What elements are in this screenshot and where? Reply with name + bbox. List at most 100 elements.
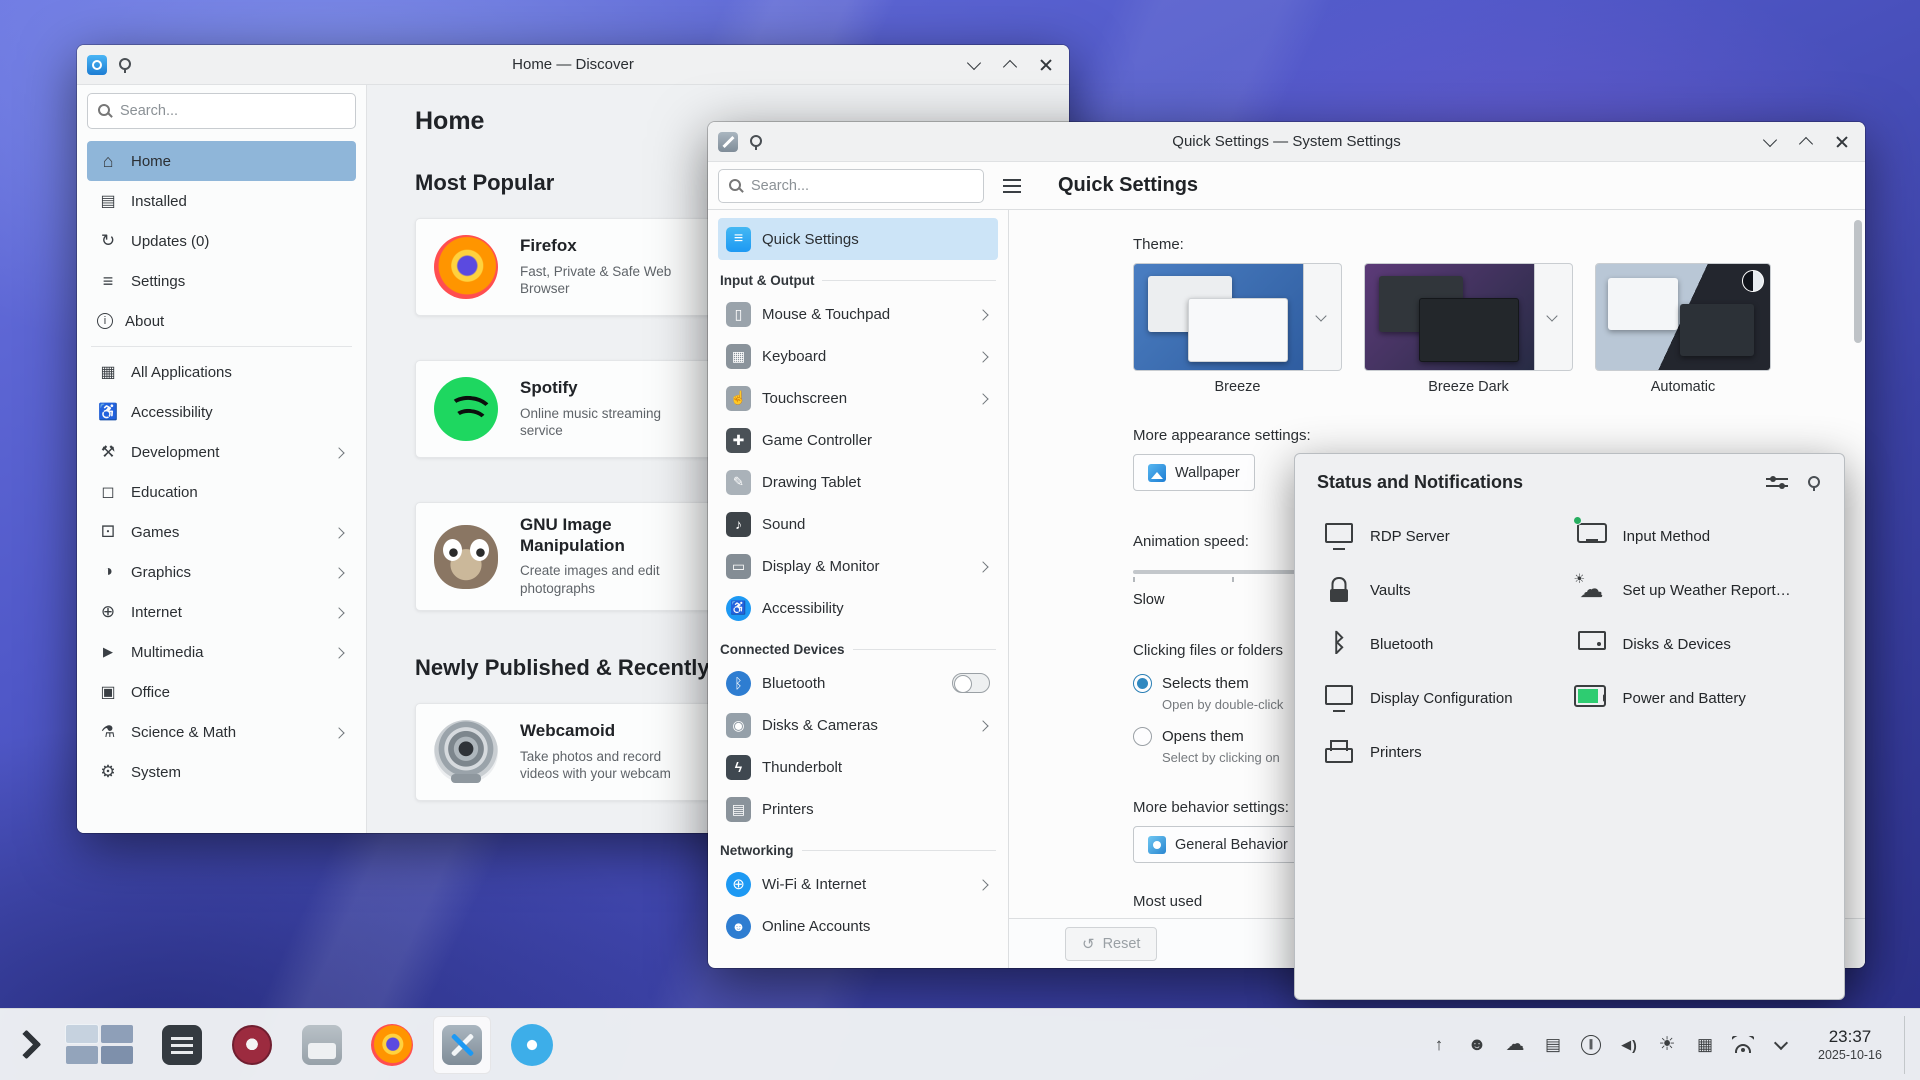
theme-card[interactable] xyxy=(1364,263,1535,371)
task-button[interactable] xyxy=(153,1016,211,1074)
sound-icon xyxy=(726,512,751,537)
minimize-button[interactable] xyxy=(961,52,987,78)
sidebar-item[interactable]: Internet xyxy=(87,592,356,632)
discover-searchbox[interactable] xyxy=(87,93,356,129)
tray-item[interactable] xyxy=(1496,1023,1534,1067)
general-behavior-button[interactable]: General Behavior xyxy=(1133,826,1303,863)
tray-item[interactable] xyxy=(1420,1023,1458,1067)
close-button[interactable] xyxy=(1033,52,1059,78)
system-settings-titlebar[interactable]: Quick Settings — System Settings xyxy=(708,122,1865,162)
sidebar-item[interactable]: Settings xyxy=(87,261,356,301)
sidebar-item[interactable]: Display & Monitor xyxy=(718,545,998,587)
sidebar-item[interactable]: Touchscreen xyxy=(718,377,998,419)
maximize-button[interactable] xyxy=(997,52,1023,78)
sidebar-item[interactable]: Games xyxy=(87,512,356,552)
sidebar-item[interactable]: Graphics xyxy=(87,552,356,592)
tray-item[interactable] xyxy=(1610,1023,1648,1067)
show-desktop-button[interactable] xyxy=(1904,1016,1914,1074)
sidebar-item[interactable]: Multimedia xyxy=(87,632,356,672)
search-input[interactable] xyxy=(120,103,345,119)
tray-item[interactable] xyxy=(1648,1023,1686,1067)
pin-icon[interactable] xyxy=(1806,475,1822,491)
sidebar-item[interactable]: All Applications xyxy=(87,352,356,392)
clock-time: 23:37 xyxy=(1814,1027,1886,1047)
sidebar-item[interactable]: Education xyxy=(87,472,356,512)
sidebar-item[interactable]: About xyxy=(87,301,356,341)
tray-item[interactable] xyxy=(1686,1023,1724,1067)
sidebar-item[interactable]: System xyxy=(87,752,356,792)
sidebar-item[interactable]: Science & Math xyxy=(87,712,356,752)
sidebar-item[interactable]: Accessibility xyxy=(718,587,998,629)
status-item[interactable]: Power and Battery xyxy=(1570,671,1823,725)
sidebar-item[interactable]: Bluetooth xyxy=(718,662,998,704)
discover-titlebar[interactable]: Home — Discover xyxy=(77,45,1069,85)
task-button[interactable] xyxy=(503,1016,561,1074)
sidebar-item[interactable]: Updates (0) xyxy=(87,221,356,261)
sidebar-item[interactable]: Mouse & Touchpad xyxy=(718,293,998,335)
app-launcher-icon[interactable] xyxy=(6,1021,54,1069)
task-button[interactable] xyxy=(293,1016,351,1074)
status-item[interactable]: Display Configuration xyxy=(1317,671,1570,725)
settings-searchbox[interactable] xyxy=(718,169,984,203)
chevron-right-icon xyxy=(335,607,346,618)
digital-clock[interactable]: 23:37 2025-10-16 xyxy=(1800,1027,1900,1062)
tray-item[interactable] xyxy=(1762,1023,1800,1067)
close-button[interactable] xyxy=(1829,129,1855,155)
search-input[interactable] xyxy=(751,178,973,194)
status-item[interactable]: Disks & Devices xyxy=(1570,617,1823,671)
graphics-icon xyxy=(97,561,119,583)
sidebar-item[interactable]: Quick Settings xyxy=(718,218,998,260)
theme-dropdown-button[interactable] xyxy=(1535,263,1573,371)
sidebar-item[interactable]: Game Controller xyxy=(718,419,998,461)
bluetooth-toggle[interactable] xyxy=(952,673,990,693)
reset-button[interactable]: Reset xyxy=(1065,927,1157,961)
sidebar-item[interactable]: Printers xyxy=(718,788,998,830)
selects-them-radio[interactable] xyxy=(1133,674,1152,693)
status-item[interactable]: Set up Weather Report… xyxy=(1570,563,1823,617)
sidebar-item[interactable]: Accessibility xyxy=(87,392,356,432)
theme-card[interactable] xyxy=(1133,263,1304,371)
theme-dropdown-button[interactable] xyxy=(1304,263,1342,371)
tray-item[interactable] xyxy=(1458,1023,1496,1067)
tray-item[interactable] xyxy=(1724,1023,1762,1067)
tray-item[interactable] xyxy=(1534,1023,1572,1067)
configure-icon[interactable] xyxy=(1766,474,1788,492)
discover-sidebar: Home Installed xyxy=(77,85,367,833)
sidebar-item[interactable]: Keyboard xyxy=(718,335,998,377)
wallpaper-button[interactable]: Wallpaper xyxy=(1133,454,1255,491)
maximize-button[interactable] xyxy=(1793,129,1819,155)
menu-button[interactable] xyxy=(994,168,1030,204)
status-item[interactable]: Vaults xyxy=(1317,563,1570,617)
taskbar: 23:37 2025-10-16 xyxy=(0,1008,1920,1080)
virtual-desktop-pager[interactable] xyxy=(64,1023,135,1066)
opens-them-radio[interactable] xyxy=(1133,727,1152,746)
sidebar-item[interactable]: Sound xyxy=(718,503,998,545)
status-item[interactable]: Bluetooth xyxy=(1317,617,1570,671)
sidebar-item[interactable]: Development xyxy=(87,432,356,472)
sidebar-item[interactable]: Wi-Fi & Internet xyxy=(718,863,998,905)
status-item[interactable]: Printers xyxy=(1317,725,1570,779)
status-item[interactable]: Input Method xyxy=(1570,509,1823,563)
printers-icon xyxy=(726,797,751,822)
task-button[interactable] xyxy=(433,1016,491,1074)
minimize-button[interactable] xyxy=(1757,129,1783,155)
desktop-3-cell[interactable] xyxy=(66,1046,98,1064)
home-icon xyxy=(97,150,119,172)
sidebar-item[interactable]: Online Accounts xyxy=(718,905,998,947)
status-item[interactable]: RDP Server xyxy=(1317,509,1570,563)
sidebar-item[interactable]: Drawing Tablet xyxy=(718,461,998,503)
scrollbar-thumb[interactable] xyxy=(1854,220,1862,343)
desktop-4-cell[interactable] xyxy=(101,1046,133,1064)
sidebar-item[interactable]: Disks & Cameras xyxy=(718,704,998,746)
task-button[interactable] xyxy=(223,1016,281,1074)
sidebar-item[interactable]: Thunderbolt xyxy=(718,746,998,788)
task-button[interactable] xyxy=(363,1016,421,1074)
sidebar-item[interactable]: Home xyxy=(87,141,356,181)
desktop-1-cell[interactable] xyxy=(66,1025,98,1043)
app-name: Spotify xyxy=(520,378,692,399)
theme-card[interactable] xyxy=(1595,263,1771,371)
sidebar-item[interactable]: Office xyxy=(87,672,356,712)
tray-item[interactable] xyxy=(1572,1023,1610,1067)
sidebar-item[interactable]: Installed xyxy=(87,181,356,221)
desktop-2-cell[interactable] xyxy=(101,1025,133,1043)
